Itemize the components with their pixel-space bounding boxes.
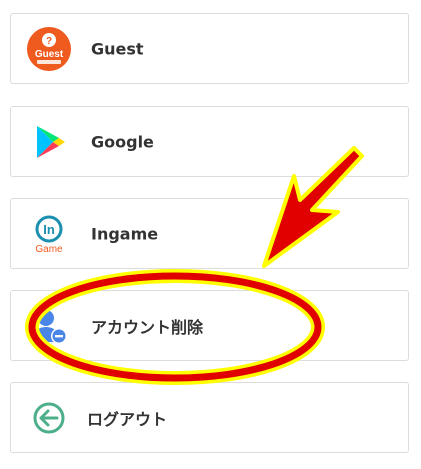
svg-text:Guest: Guest — [35, 49, 64, 60]
guest-label: Guest — [91, 39, 144, 58]
user-remove-icon — [25, 302, 73, 350]
logout-icon — [25, 394, 73, 442]
logout-button[interactable]: ログアウト — [10, 382, 409, 453]
ingame-icon: In Game — [25, 210, 73, 258]
guest-icon: ? Guest — [25, 25, 73, 73]
account-delete-button[interactable]: アカウント削除 — [10, 290, 409, 361]
account-delete-label: アカウント削除 — [91, 317, 204, 337]
ingame-label: Ingame — [91, 224, 159, 243]
google-label: Google — [91, 132, 154, 151]
login-options-screen: ? Guest Guest Google In Game Ingame アカウン… — [0, 0, 421, 469]
svg-text:Game: Game — [35, 244, 63, 255]
svg-text:?: ? — [46, 36, 52, 47]
logout-label: ログアウト — [87, 409, 168, 429]
google-login-button[interactable]: Google — [10, 106, 409, 177]
svg-text:In: In — [43, 222, 55, 237]
ingame-login-button[interactable]: In Game Ingame — [10, 198, 409, 269]
google-play-icon — [25, 118, 73, 166]
guest-login-button[interactable]: ? Guest Guest — [10, 13, 409, 84]
